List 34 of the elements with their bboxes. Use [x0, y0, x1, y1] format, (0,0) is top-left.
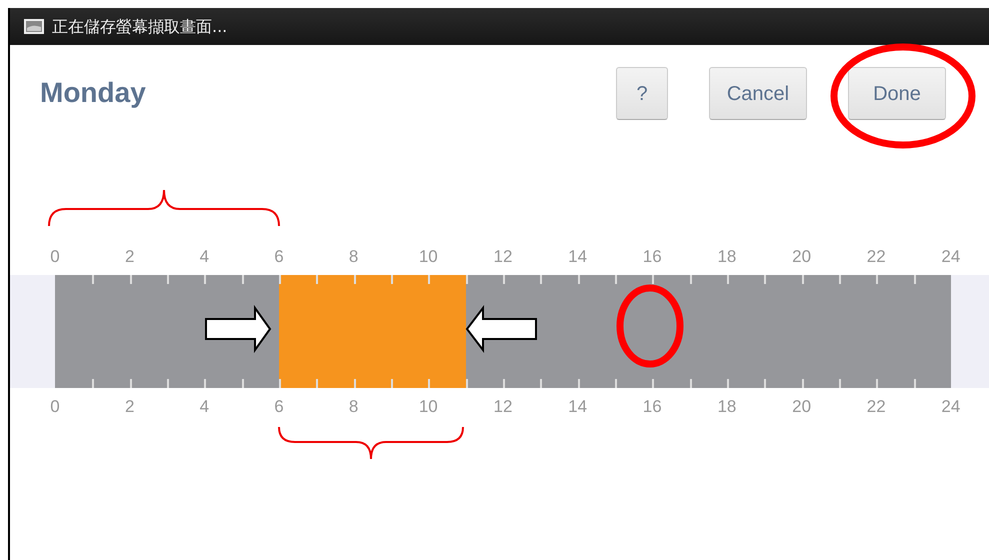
day-title: Monday [40, 76, 146, 110]
hour-label: 2 [124, 247, 136, 267]
hour-label: 20 [791, 247, 812, 267]
hour-label: 18 [716, 397, 738, 417]
image-icon [24, 19, 44, 34]
hour-label: 16 [642, 247, 663, 267]
hour-label: 6 [273, 247, 285, 267]
hour-label: 14 [567, 397, 588, 417]
hour-label: 8 [348, 247, 360, 267]
hour-label: 22 [866, 397, 887, 417]
hour-label: 22 [866, 247, 887, 267]
hour-label: 12 [492, 247, 514, 267]
hour-label: 16 [642, 397, 663, 417]
hour-label: 0 [49, 397, 61, 417]
hour-label: 20 [791, 397, 812, 417]
cancel-button[interactable]: Cancel [709, 67, 807, 120]
hour-label: 24 [940, 397, 962, 417]
hour-label: 18 [716, 247, 738, 267]
hour-label: 0 [49, 247, 61, 267]
hour-label: 10 [418, 247, 439, 267]
hour-label: 2 [124, 397, 136, 417]
hour-label: 24 [940, 247, 962, 267]
left-arrow-icon [466, 305, 537, 353]
hour-label: 4 [198, 397, 210, 417]
hour-label: 8 [348, 397, 360, 417]
hour-label: 4 [198, 247, 210, 267]
hour-label: 6 [273, 397, 285, 417]
hour-label: 14 [567, 247, 588, 267]
done-button[interactable]: Done [848, 67, 946, 120]
right-arrow-icon [205, 304, 272, 354]
help-button[interactable]: ? [616, 67, 668, 120]
hour-label: 12 [492, 397, 514, 417]
hour-label: 10 [418, 397, 439, 417]
status-text: 正在儲存螢幕擷取畫面... [52, 16, 228, 38]
